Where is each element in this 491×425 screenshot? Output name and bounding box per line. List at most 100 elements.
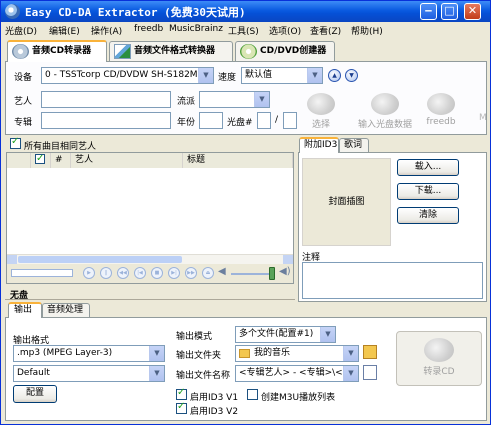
minimize-icon[interactable]: ‒	[420, 3, 437, 20]
clear-button[interactable]: 清除	[397, 207, 459, 224]
stop-icon[interactable]: ■	[151, 267, 163, 279]
comment-input[interactable]	[302, 262, 483, 299]
maximize-icon[interactable]: □	[441, 3, 458, 20]
speed-value: 默认值	[245, 70, 273, 80]
column-header-title[interactable]: 标题	[183, 153, 293, 168]
close-icon[interactable]: ✕	[464, 3, 481, 20]
id3v1-checkbox[interactable]	[176, 387, 187, 400]
rewind-icon[interactable]: ◀◀	[117, 267, 129, 279]
select-button[interactable]: 选择	[301, 93, 341, 130]
preset-select[interactable]: Default ▼	[13, 365, 165, 382]
fast-forward-icon[interactable]: ▶▶	[185, 267, 197, 279]
cover-art[interactable]: 封面插图	[302, 158, 391, 246]
next-icon[interactable]: ▶|	[168, 267, 180, 279]
output-folder-select[interactable]: 我的音乐 ▼	[235, 345, 359, 362]
tab-audio-converter[interactable]: 音频文件格式转换器	[109, 41, 233, 61]
divider	[5, 299, 295, 300]
close-tray-icon[interactable]: ▼	[345, 69, 358, 82]
tab-id3[interactable]: 附加ID3	[299, 137, 339, 153]
output-mode-select[interactable]: 多个文件(配置#1) ▼	[235, 326, 336, 343]
id3v2-checkbox[interactable]	[176, 401, 187, 414]
tab-label: 音频CD转录器	[32, 46, 92, 56]
player-controls: ▶ ‖ ◀◀ |◀ ■ ▶| ▶▶ ⏏ ◀ ◀)	[7, 264, 293, 283]
disc-total-input[interactable]	[283, 112, 297, 129]
input-cd-data-label: 输入光盘数据	[357, 120, 412, 130]
m3u-label: 创建M3U播放列表	[261, 393, 336, 403]
scroll-left-icon[interactable]	[7, 255, 17, 264]
volume-thumb[interactable]	[269, 267, 275, 280]
column-header-blank	[7, 153, 31, 168]
menu-freedb[interactable]: freedb	[134, 24, 163, 34]
menu-musicbrainz[interactable]: MusicBrainz	[169, 24, 223, 34]
id3v1-label: 启用ID3 V1	[190, 393, 239, 403]
output-mode-value: 多个文件(配置#1)	[239, 329, 314, 339]
window-title: Easy CD-DA Extractor (免费30天试用)	[25, 6, 246, 19]
device-value: 0 - TSSTcorp CD/DVDW SH-S182M SB00	[45, 70, 214, 80]
output-mode-label: 输出模式	[176, 332, 213, 342]
select-label: 选择	[311, 120, 330, 130]
id3-panel: 封面插图 载入... 下载... 清除 注释	[298, 152, 487, 302]
speed-select[interactable]: 默认值 ▼	[241, 67, 323, 84]
cd-ripper-icon	[12, 44, 29, 59]
year-label: 年份	[177, 118, 196, 128]
tab-lyrics[interactable]: 歌词	[339, 138, 369, 153]
chevron-down-icon: ▼	[307, 68, 322, 83]
horizontal-scrollbar[interactable]	[7, 254, 293, 264]
play-icon[interactable]: ▶	[83, 267, 95, 279]
album-input[interactable]	[41, 112, 171, 129]
menu-edit[interactable]: 编辑(E)	[49, 24, 80, 37]
tab-output[interactable]: 输出	[8, 302, 42, 318]
tab-audio-cd-ripper[interactable]: 音频CD转录器	[7, 40, 107, 62]
tab-audio-processing[interactable]: 音频处理	[42, 303, 90, 318]
rip-cd-button[interactable]: 转录CD	[396, 331, 482, 386]
chevron-down-icon: ▼	[149, 366, 164, 381]
scrollbar-thumb[interactable]	[18, 256, 182, 263]
track-list[interactable]: # 艺人 标题 ▶ ‖ ◀◀ |◀ ■ ▶| ▶▶ ⏏ ◀ ◀)	[6, 152, 294, 284]
same-artist-label: 所有曲目相同艺人	[24, 142, 97, 152]
menu-action[interactable]: 操作(A)	[91, 24, 122, 37]
menu-help[interactable]: 帮助(H)	[351, 24, 383, 37]
artist-input[interactable]	[41, 91, 171, 108]
column-header-artist[interactable]: 艺人	[71, 153, 183, 168]
output-filename-value: <专辑艺人> - <专辑>\<编	[239, 368, 352, 378]
scroll-right-icon[interactable]	[283, 255, 293, 264]
tab-cd-dvd-creator[interactable]: CD/DVD创建器	[235, 41, 335, 61]
m3u-checkbox[interactable]	[247, 389, 258, 400]
previous-icon[interactable]: |◀	[134, 267, 146, 279]
eject-small-icon[interactable]: ⏏	[202, 267, 214, 279]
genre-select[interactable]: ▼	[199, 91, 270, 108]
device-select[interactable]: 0 - TSSTcorp CD/DVDW SH-S182M SB00 ▼	[41, 67, 214, 84]
eject-icon[interactable]: ▲	[328, 69, 341, 82]
pause-icon[interactable]: ‖	[100, 267, 112, 279]
column-header-number[interactable]: #	[51, 153, 71, 168]
year-input[interactable]	[199, 112, 223, 129]
freedb-label: freedb	[426, 117, 456, 127]
browse-folder-icon[interactable]	[363, 345, 377, 359]
speaker-icon[interactable]: ◀)	[279, 266, 291, 277]
menu-options[interactable]: 选项(O)	[269, 24, 301, 37]
menu-bar: 光盘(D) 编辑(E) 操作(A) freedb MusicBrainz 工具(…	[1, 22, 490, 38]
download-button[interactable]: 下载...	[397, 183, 459, 200]
album-label: 专辑	[14, 118, 33, 128]
menu-disc[interactable]: 光盘(D)	[5, 24, 37, 37]
mute-icon[interactable]: ◀	[218, 266, 226, 277]
app-window: Easy CD-DA Extractor (免费30天试用) ‒ □ ✕ 光盘(…	[0, 0, 491, 425]
input-cd-data-button[interactable]: 输入光盘数据	[353, 93, 417, 130]
config-button[interactable]: 配置	[13, 385, 57, 403]
freedb-button[interactable]: freedb	[421, 93, 461, 127]
preset-value: Default	[17, 368, 50, 378]
speed-label: 速度	[218, 73, 237, 83]
more-indicator: M	[479, 113, 487, 123]
menu-view[interactable]: 查看(Z)	[310, 24, 341, 37]
column-header-check[interactable]	[31, 152, 51, 168]
menu-tools[interactable]: 工具(S)	[228, 24, 259, 37]
disc-number-input[interactable]	[257, 112, 271, 129]
seek-bar[interactable]	[11, 269, 73, 277]
output-filename-select[interactable]: <专辑艺人> - <专辑>\<编 ▼	[235, 365, 359, 382]
load-button[interactable]: 载入...	[397, 159, 459, 176]
edit-filename-icon[interactable]	[363, 365, 377, 380]
output-format-select[interactable]: .mp3 (MPEG Layer-3) ▼	[13, 345, 165, 362]
select-all-checkbox[interactable]	[35, 152, 45, 166]
same-artist-checkbox[interactable]	[10, 136, 21, 149]
rip-cd-label: 转录CD	[423, 367, 455, 377]
